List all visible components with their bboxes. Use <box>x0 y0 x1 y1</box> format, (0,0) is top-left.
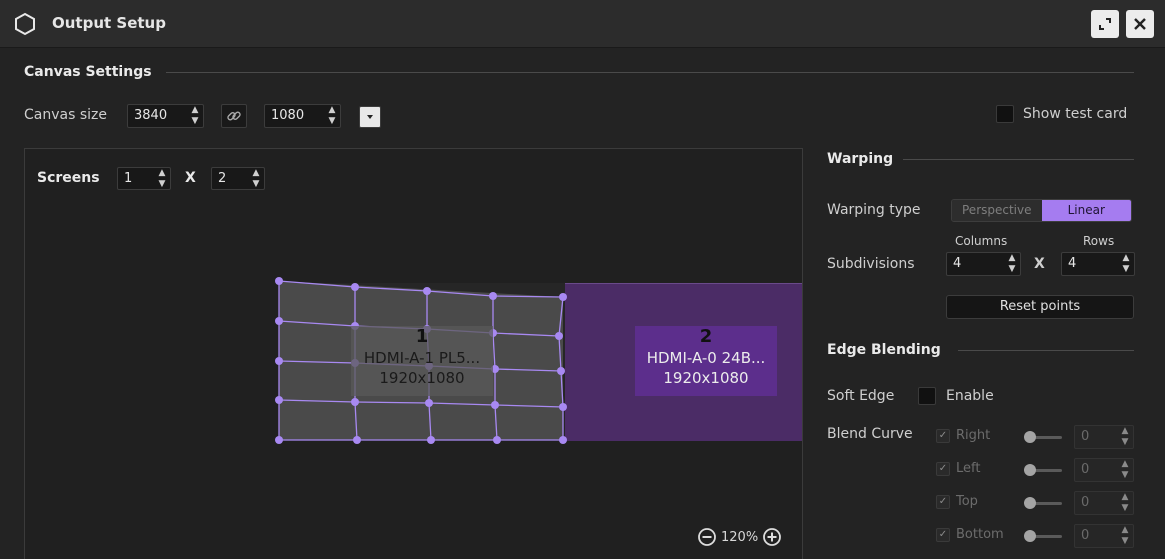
reset-points-button[interactable]: Reset points <box>946 295 1134 319</box>
maximize-button[interactable] <box>1091 10 1119 38</box>
blend-right-input[interactable]: 0 ▲ ▼ <box>1074 425 1134 449</box>
blend-row-top: ✓ Top 0 ▲ ▼ <box>936 491 1134 515</box>
subdivisions-label: Subdivisions <box>827 256 915 272</box>
screen-1-name: HDMI-A-1 PL5... <box>363 349 481 367</box>
spin-arrows-icon[interactable]: ▲ ▼ <box>1122 253 1130 275</box>
edge-blending-heading: Edge Blending <box>827 342 941 358</box>
subdivision-times-label: X <box>1034 256 1045 272</box>
blend-left-label: Left <box>956 461 981 476</box>
spin-arrows-icon[interactable]: ▲ ▼ <box>1008 253 1016 275</box>
close-icon <box>1134 18 1146 30</box>
blend-right-checkbox[interactable]: ✓ <box>936 429 950 443</box>
screen-1-resolution: 1920x1080 <box>379 369 465 387</box>
spin-arrows-icon[interactable]: ▲ ▼ <box>328 105 336 127</box>
blend-left-value: 0 <box>1081 462 1090 477</box>
subdivision-rows-value: 4 <box>1068 256 1077 271</box>
blend-top-label: Top <box>956 494 978 509</box>
blend-bottom-checkbox[interactable]: ✓ <box>936 528 950 542</box>
maximize-icon <box>1099 18 1111 30</box>
blend-right-value: 0 <box>1081 429 1090 444</box>
spin-arrows-icon[interactable]: ▲ ▼ <box>1121 525 1129 547</box>
zoom-control: 120% <box>697 527 782 547</box>
canvas-width-value: 3840 <box>134 108 168 123</box>
zoom-in-icon[interactable] <box>762 527 782 547</box>
link-icon <box>227 111 241 121</box>
subdivision-rows-input[interactable]: 4 ▲ ▼ <box>1061 252 1135 276</box>
canvas-size-label: Canvas size <box>24 107 107 123</box>
canvas-height-value: 1080 <box>271 108 305 123</box>
blend-left-slider-knob[interactable] <box>1024 464 1036 476</box>
hexagon-icon <box>15 12 35 36</box>
warping-option-perspective[interactable]: Perspective <box>952 200 1042 221</box>
spin-arrows-icon[interactable]: ▲ ▼ <box>1121 492 1129 514</box>
subdivision-columns-input[interactable]: 4 ▲ ▼ <box>946 252 1021 276</box>
show-test-card-checkbox[interactable] <box>996 105 1014 123</box>
canvas-width-input[interactable]: 3840 ▲ ▼ <box>127 104 204 128</box>
spin-arrows-icon[interactable]: ▲ ▼ <box>191 105 199 127</box>
blend-row-left: ✓ Left 0 ▲ ▼ <box>936 458 1134 482</box>
canvas-height-input[interactable]: 1080 ▲ ▼ <box>264 104 341 128</box>
link-dimensions-button[interactable] <box>221 104 247 128</box>
soft-edge-label: Soft Edge <box>827 388 895 404</box>
blend-right-label: Right <box>956 428 991 443</box>
canvas-settings-divider <box>166 72 1134 73</box>
blend-left-input[interactable]: 0 ▲ ▼ <box>1074 458 1134 482</box>
edge-blending-divider <box>958 350 1134 351</box>
screens-viewport[interactable]: Screens 1 ▲ ▼ X 2 ▲ ▼ 2 HDMI-A-0 24B... 19… <box>24 148 803 559</box>
blend-left-checkbox[interactable]: ✓ <box>936 462 950 476</box>
subdivision-columns-value: 4 <box>953 256 962 271</box>
blend-bottom-label: Bottom <box>956 527 1004 542</box>
columns-label: Columns <box>955 234 1008 248</box>
warping-divider <box>903 159 1134 160</box>
soft-edge-enable-checkbox[interactable] <box>918 387 936 405</box>
warping-type-selector[interactable]: Perspective Linear <box>951 199 1132 222</box>
show-test-card-label: Show test card <box>1023 106 1128 122</box>
rows-label: Rows <box>1083 234 1115 248</box>
blend-bottom-input[interactable]: 0 ▲ ▼ <box>1074 524 1134 548</box>
screen-1-number: 1 <box>415 326 429 347</box>
warping-option-linear[interactable]: Linear <box>1041 200 1131 221</box>
zoom-out-icon[interactable] <box>697 527 717 547</box>
warping-type-label: Warping type <box>827 202 921 218</box>
chevron-down-icon <box>367 115 373 119</box>
blend-curve-label: Blend Curve <box>827 426 913 442</box>
zoom-level: 120% <box>721 529 759 545</box>
blend-row-right: ✓ Right 0 ▲ ▼ <box>936 425 1134 449</box>
close-button[interactable] <box>1126 10 1154 38</box>
blend-top-value: 0 <box>1081 495 1090 510</box>
window-title: Output Setup <box>52 14 166 32</box>
spin-arrows-icon[interactable]: ▲ ▼ <box>1121 459 1129 481</box>
blend-bottom-value: 0 <box>1081 528 1090 543</box>
spin-arrows-icon[interactable]: ▲ ▼ <box>1121 426 1129 448</box>
blend-top-slider-knob[interactable] <box>1024 497 1036 509</box>
blend-bottom-slider-knob[interactable] <box>1024 530 1036 542</box>
screen-1-info: 1 HDMI-A-1 PL5... 1920x1080 <box>351 326 493 396</box>
title-bar: Output Setup <box>0 0 1165 48</box>
blend-top-input[interactable]: 0 ▲ ▼ <box>1074 491 1134 515</box>
blend-row-bottom: ✓ Bottom 0 ▲ ▼ <box>936 524 1134 548</box>
soft-edge-enable-label: Enable <box>946 388 994 404</box>
warping-heading: Warping <box>827 151 894 167</box>
canvas-options-dropdown[interactable] <box>359 106 381 128</box>
blend-top-checkbox[interactable]: ✓ <box>936 495 950 509</box>
blend-right-slider-knob[interactable] <box>1024 431 1036 443</box>
canvas-settings-heading: Canvas Settings <box>24 64 152 80</box>
